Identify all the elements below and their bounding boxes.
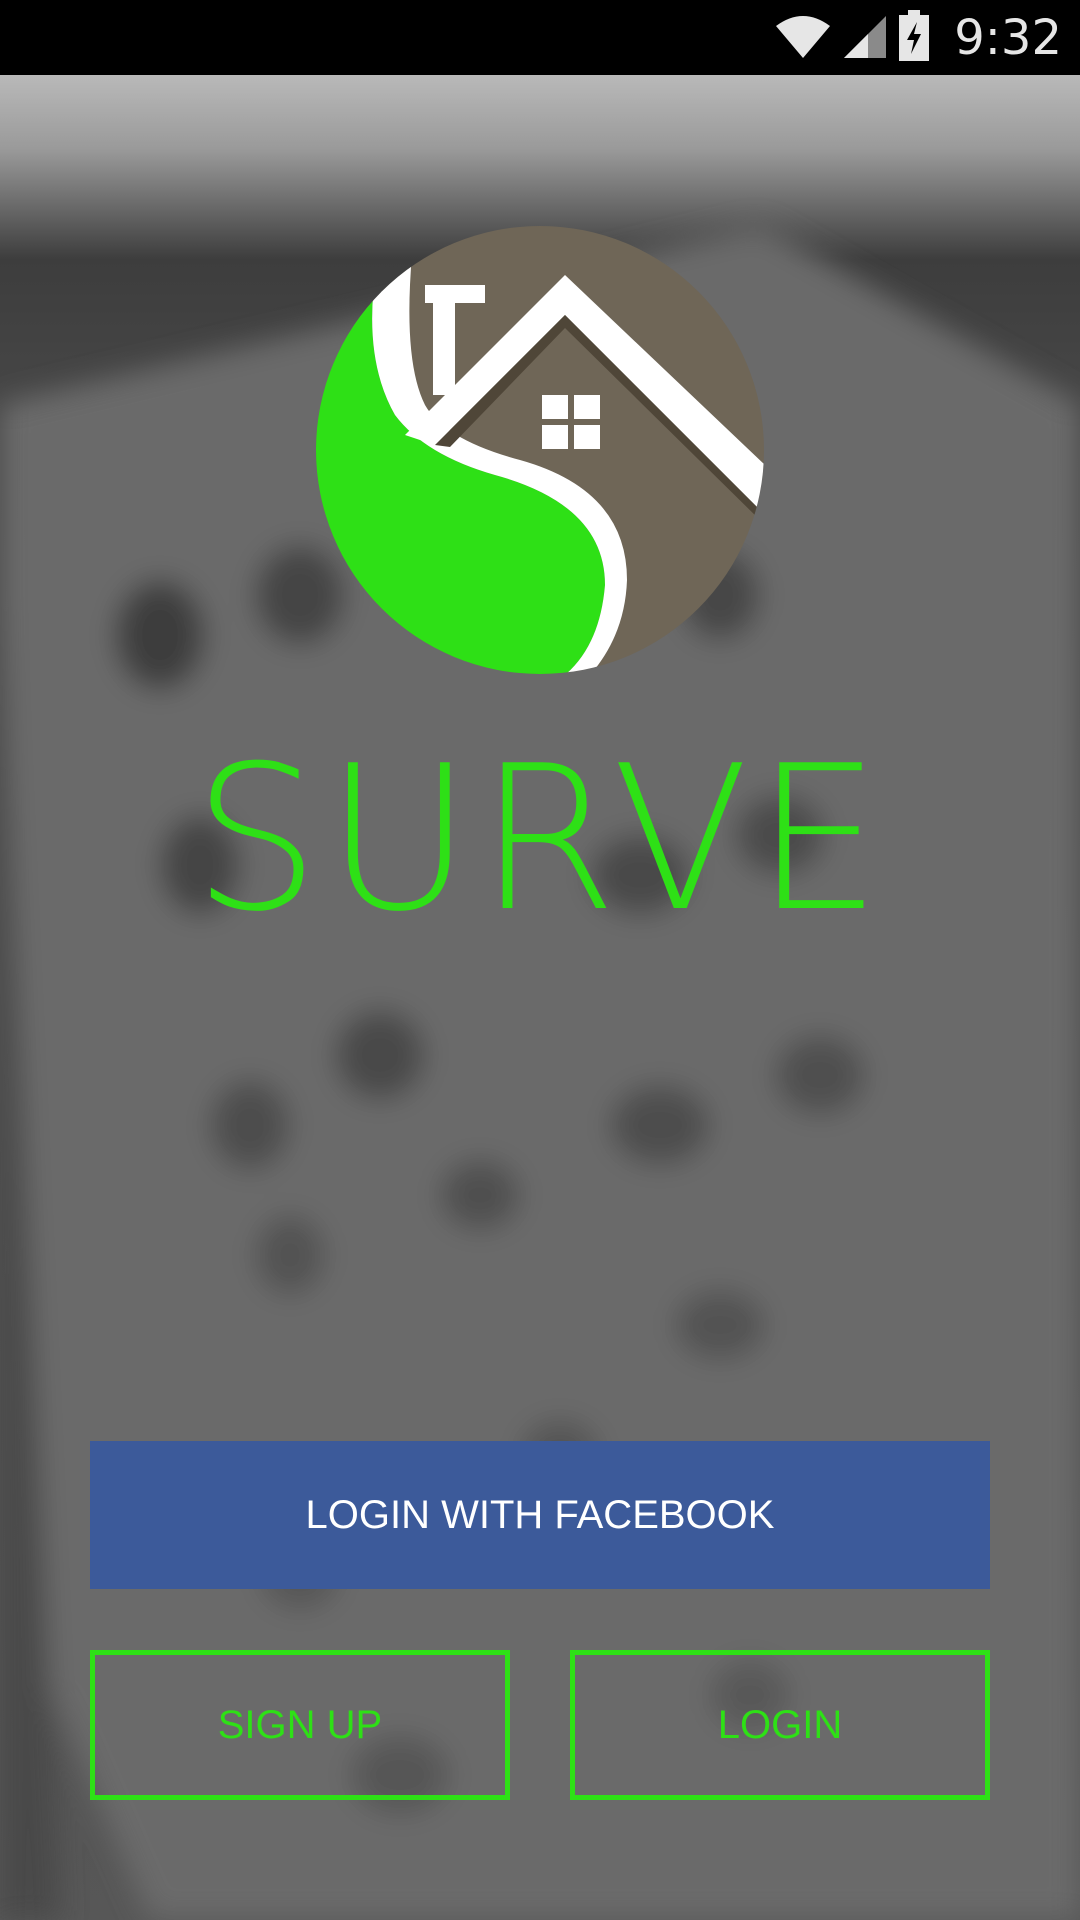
status-time: 9:32 <box>954 10 1062 66</box>
status-icons: 9:32 <box>774 8 1062 68</box>
login-screen: 9:32 SURVE LOGIN WITH FACEBOOK SIGN UP L… <box>0 0 1080 1920</box>
status-bar: 9:32 <box>0 0 1080 75</box>
login-with-facebook-button[interactable]: LOGIN WITH FACEBOOK <box>90 1441 990 1589</box>
sign-up-button[interactable]: SIGN UP <box>90 1650 510 1800</box>
cellular-signal-icon <box>842 12 888 65</box>
login-with-facebook-label: LOGIN WITH FACEBOOK <box>305 1492 775 1537</box>
app-title: SURVE <box>192 723 888 956</box>
login-label: LOGIN <box>717 1702 843 1747</box>
sign-up-label: SIGN UP <box>217 1702 383 1747</box>
battery-charging-icon <box>898 9 930 67</box>
login-button[interactable]: LOGIN <box>570 1650 990 1800</box>
wifi-icon <box>774 12 832 65</box>
app-logo <box>315 225 765 675</box>
